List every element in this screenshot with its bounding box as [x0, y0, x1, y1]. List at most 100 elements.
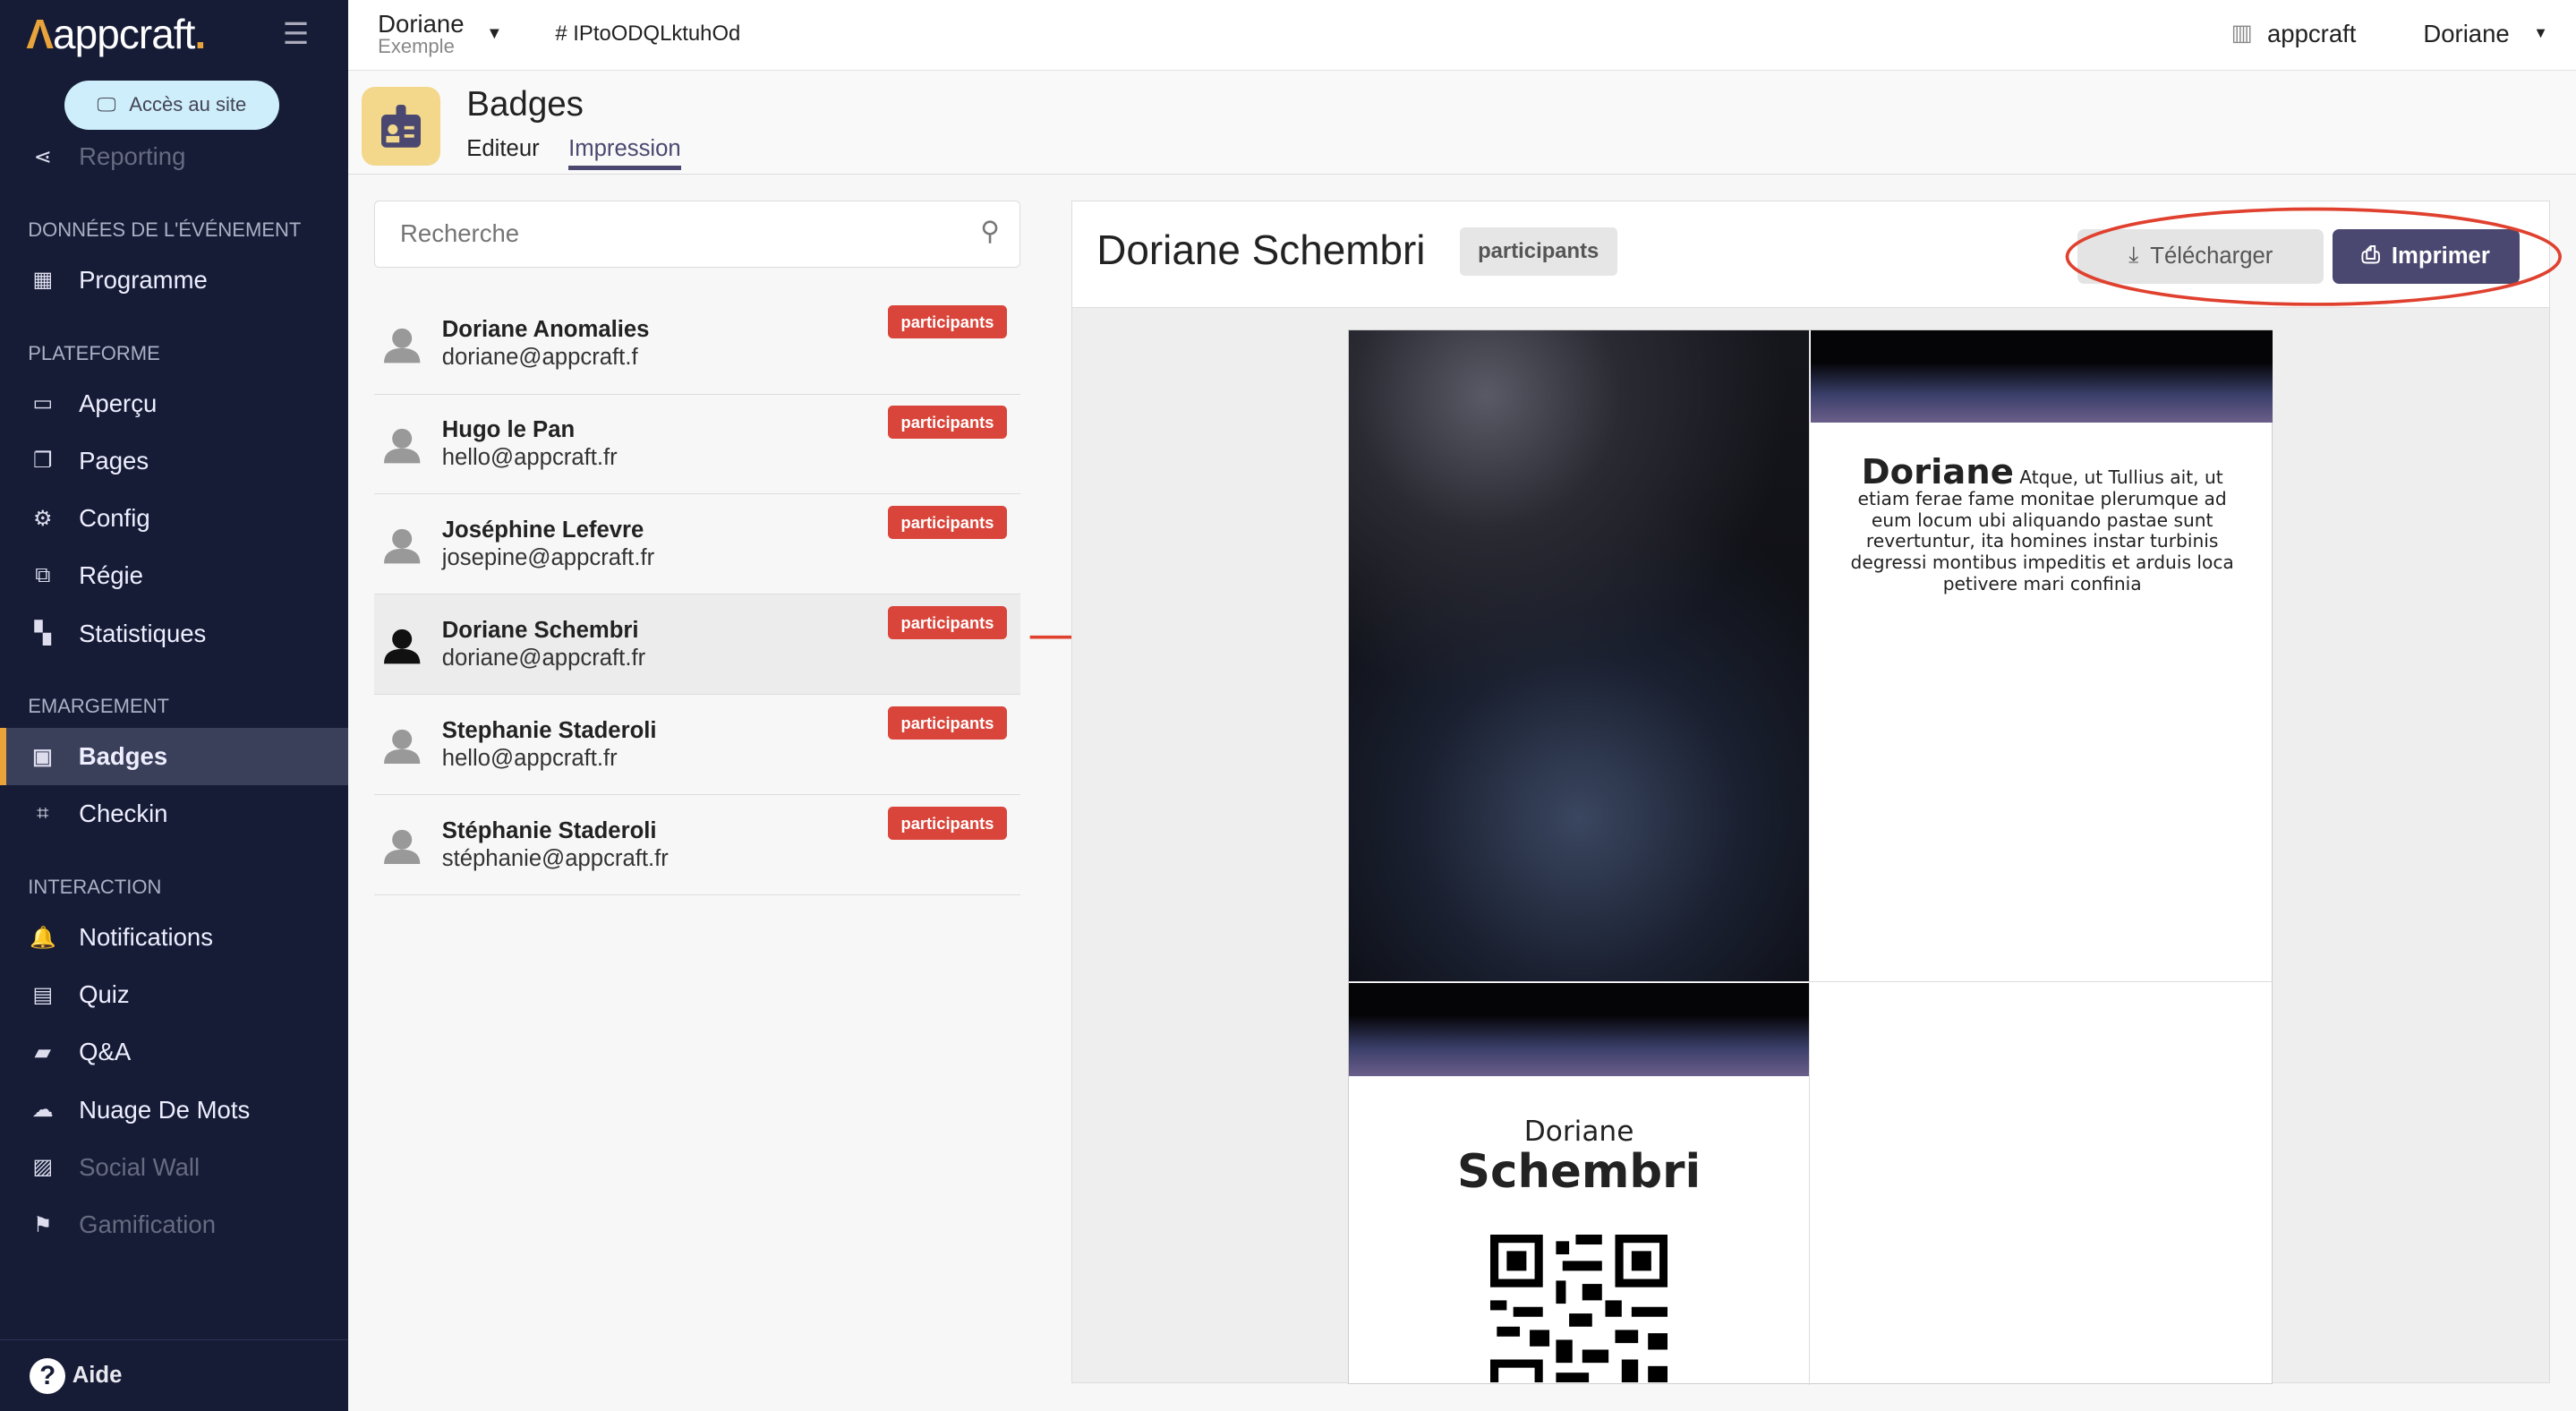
badge2-first-name: Doriane	[1523, 1116, 1634, 1149]
participant-email: doriane@appcraft.f	[441, 345, 638, 371]
participant-group-tag: participants	[887, 606, 1008, 639]
sidebar-item-label: Régie	[79, 561, 143, 590]
event-subtitle: Exemple	[378, 35, 455, 58]
sidebar-item-label: Q&A	[79, 1038, 132, 1066]
sidebar-nav: ⋖ Reporting Données de l'événement ▦ Program…	[0, 141, 349, 1253]
sidebar-section-heading: Plateforme	[28, 341, 160, 364]
sidebar-item-notifications[interactable]: 🔔 Notifications	[0, 909, 348, 966]
quiz-icon: ▤	[32, 982, 53, 1007]
user-avatar-icon	[384, 529, 421, 564]
sidebar-item-statistiques[interactable]: ▚ Statistiques	[0, 604, 348, 662]
user-chevron-icon[interactable]: ▼	[2533, 25, 2547, 42]
user-menu[interactable]: Doriane	[2423, 20, 2509, 48]
participant-row[interactable]: Joséphine Lefevre josepine@appcraft.fr par…	[374, 494, 1020, 595]
image-icon: ▨	[32, 1155, 53, 1180]
sidebar-item-label: Quiz	[79, 980, 130, 1009]
search-field[interactable]: ⚲	[374, 200, 1020, 269]
sidebar-section-heading: Interaction	[28, 876, 162, 899]
trophy-icon: ⚑	[33, 1212, 53, 1237]
sidebar-item-nuage-de-mots[interactable]: ☁ Nuage De Mots	[0, 1082, 348, 1139]
sidebar-item-q-a[interactable]: ▰ Q&A	[0, 1023, 348, 1081]
sidebar-item-label: Reporting	[79, 142, 186, 171]
search-input[interactable]	[400, 219, 943, 249]
sidebar-item-label: Badges	[78, 742, 168, 771]
sidebar-item-aper-u[interactable]: ▭ Aperçu	[0, 374, 348, 432]
grid-icon: ▚	[34, 621, 51, 646]
participant-group-tag: participants	[887, 506, 1008, 539]
cloud-icon: ☁	[31, 1098, 54, 1123]
search-icon[interactable]: ⚲	[980, 216, 1000, 247]
participant-name: Doriane Schembri	[441, 618, 639, 644]
participant-row[interactable]: Doriane Schembri doriane@appcraft.fr parti…	[374, 594, 1020, 696]
sidebar-item-social-wall[interactable]: ▨ Social Wall	[0, 1139, 348, 1196]
participant-group-tag: participants	[887, 706, 1008, 740]
participant-row[interactable]: Stéphanie Staderoli stéphanie@appcraft.fr…	[374, 795, 1020, 896]
tab-editeur[interactable]: Editeur	[466, 136, 539, 162]
help-icon: ?	[30, 1357, 66, 1394]
sidebar-item-label: Nuage De Mots	[79, 1095, 251, 1124]
building-icon: ▥	[2231, 21, 2253, 47]
event-selector[interactable]: Doriane Exemple	[378, 10, 464, 58]
sidebar-item-label: Social Wall	[79, 1152, 200, 1181]
badge2-last-name: Schembri	[1456, 1145, 1702, 1200]
participant-name: Hugo le Pan	[441, 417, 576, 443]
config-icon: ⚙	[33, 506, 53, 531]
page-title: Badges	[466, 85, 584, 124]
sidebar-item-label: Programme	[79, 265, 208, 294]
site-access-button[interactable]: 🖵 Accès au site	[64, 80, 280, 130]
chat-icon: ▰	[34, 1039, 51, 1065]
badge-photo-bokeh	[1349, 330, 1810, 981]
preview-name: Doriane Schembri	[1096, 227, 1426, 274]
help-button[interactable]: ? Aide	[0, 1338, 349, 1411]
copy-icon: ❐	[33, 449, 53, 474]
user-avatar-icon	[384, 829, 421, 865]
logo[interactable]: Λappcraft.	[26, 10, 206, 58]
sidebar-item-label: Checkin	[79, 800, 168, 828]
badge-icon: ▣	[32, 744, 53, 769]
user-avatar-icon	[384, 329, 421, 363]
participant-row[interactable]: Hugo le Pan hello@appcraft.fr participants	[374, 395, 1020, 495]
badge-print-page: Doriane Atque, ut Tullius ait, ut etiam …	[1348, 329, 2273, 1386]
sidebar-item-config[interactable]: ⚙ Config	[0, 490, 348, 547]
sidebar-item-badges[interactable]: ▣ Badges	[0, 728, 349, 786]
sidebar-item-reporting[interactable]: ⋖ Reporting	[0, 128, 348, 185]
participant-group-tag: participants	[887, 406, 1008, 440]
sidebar-item-gamification[interactable]: ⚑ Gamification	[0, 1196, 348, 1253]
annotation-ellipse	[2065, 207, 2562, 306]
sidebar-item-programme[interactable]: ▦ Programme	[0, 252, 348, 309]
badge-icon	[361, 87, 440, 167]
page-divider	[1349, 980, 2273, 982]
user-avatar-icon	[384, 429, 421, 464]
sidebar-item-label: Pages	[79, 446, 149, 475]
tab-impression[interactable]: Impression	[568, 136, 681, 170]
sidebar-item-r-gie[interactable]: ⧉ Régie	[0, 547, 348, 604]
participant-group-tag: participants	[887, 305, 1008, 339]
participant-name: Joséphine Lefevre	[441, 517, 644, 543]
sidebar-item-pages[interactable]: ❐ Pages	[0, 432, 348, 490]
org-name[interactable]: appcraft	[2267, 20, 2356, 48]
laptop-icon: ▭	[32, 391, 53, 416]
calendar-icon: ▦	[32, 268, 53, 293]
collapse-sidebar-icon[interactable]: ☰	[283, 16, 310, 51]
sidebar-item-quiz[interactable]: ▤ Quiz	[0, 966, 348, 1023]
badge-banner-photo	[1810, 330, 2273, 423]
participant-email: stéphanie@appcraft.fr	[441, 846, 669, 872]
participant-email: doriane@appcraft.fr	[441, 646, 646, 671]
participant-email: hello@appcraft.fr	[441, 445, 618, 471]
badge-text-block: Doriane Atque, ut Tullius ait, ut etiam …	[1835, 456, 2249, 595]
preview-group-tag: participants	[1459, 227, 1617, 276]
sidebar-section-heading: Emargement	[28, 695, 169, 718]
chevron-down-icon[interactable]: ▼	[486, 23, 502, 43]
participant-row[interactable]: Stephanie Staderoli hello@appcraft.fr part…	[374, 695, 1020, 796]
participant-group-tag: participants	[887, 807, 1008, 840]
user-avatar-icon	[384, 729, 421, 765]
user-avatar-icon	[384, 629, 421, 664]
sidebar-item-label: Statistiques	[79, 619, 207, 647]
sidebar: Λappcraft. ☰ ⋖ Reporting Données de l'évén…	[0, 0, 349, 1411]
event-name: Doriane	[378, 10, 465, 38]
sidebar-item-label: Aperçu	[79, 389, 158, 417]
sidebar-item-checkin[interactable]: ⌗ Checkin	[0, 785, 348, 842]
participant-name: Doriane Anomalies	[441, 317, 650, 343]
participant-name: Stephanie Staderoli	[441, 718, 657, 744]
participant-row[interactable]: Doriane Anomalies doriane@appcraft.f parti…	[374, 279, 1020, 395]
